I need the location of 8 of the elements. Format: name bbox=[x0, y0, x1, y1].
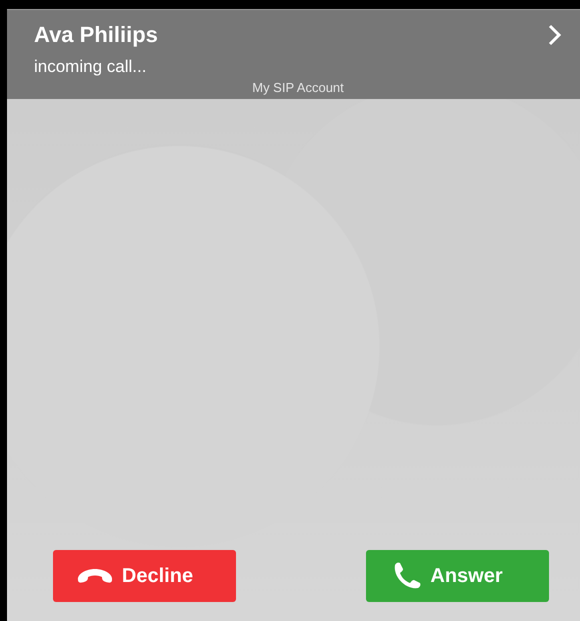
phone-icon bbox=[392, 561, 422, 591]
call-status: incoming call... bbox=[34, 57, 148, 77]
decline-button[interactable]: Decline bbox=[53, 550, 236, 602]
answer-button[interactable]: Answer bbox=[366, 550, 549, 602]
account-name: My SIP Account bbox=[252, 80, 344, 95]
caller-name: Ava Philiips bbox=[34, 22, 158, 48]
chevron-right-icon[interactable] bbox=[548, 24, 562, 46]
hang-up-icon bbox=[76, 568, 114, 584]
